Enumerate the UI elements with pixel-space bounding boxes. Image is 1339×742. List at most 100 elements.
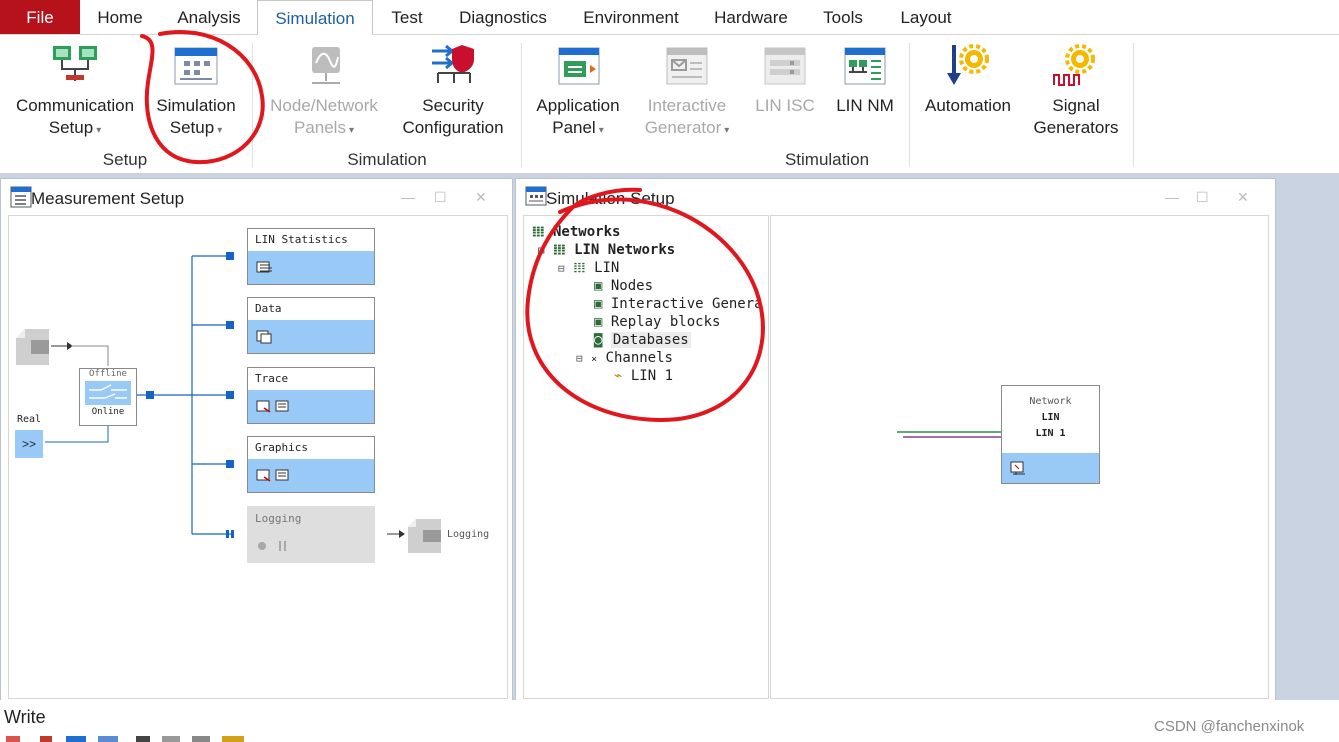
switch-output-node[interactable] [146, 391, 154, 399]
real-source-block[interactable]: >> [15, 430, 43, 458]
tree-item-label: Interactive Genera [610, 296, 763, 312]
data-node[interactable] [226, 321, 234, 329]
tab-layout[interactable]: Layout [888, 0, 964, 34]
tree-item-nodes[interactable]: ▣ Nodes [594, 278, 653, 294]
signal-generators-button[interactable]: Signal Generators [1024, 95, 1128, 139]
chevron-down-icon: ▾ [96, 125, 102, 136]
tab-file[interactable]: File [0, 0, 80, 34]
communication-setup-icon [53, 46, 97, 81]
simulation-setup-button[interactable]: Simulation Setup ▾ [148, 95, 244, 142]
network-block-header: Network [1029, 396, 1072, 407]
lin-isc-button[interactable]: LIN ISC [748, 95, 822, 117]
copy-icon[interactable] [98, 736, 118, 742]
logging-pause-icon [258, 541, 286, 551]
tab-simulation[interactable]: Simulation [257, 0, 373, 36]
network-block[interactable]: Network LIN LIN 1 [1001, 385, 1100, 484]
automation-icon [947, 44, 989, 85]
logging-block[interactable]: Logging [247, 506, 375, 563]
measurement-setup-window[interactable]: Measurement Setup — ☐ ✕ Real >> Offline … [0, 178, 513, 702]
graphics-node[interactable] [226, 460, 234, 468]
tab-analysis[interactable]: Analysis [168, 0, 250, 34]
tree-item-networks[interactable]: 𝍖 Networks [532, 224, 620, 240]
close-icon[interactable]: ✕ [1237, 189, 1249, 206]
tree-item-interactive-generators[interactable]: ▣ Interactive Genera [594, 296, 763, 312]
network-block-channel: LIN 1 [1035, 428, 1066, 439]
simulation-tree-pane[interactable]: 𝍖 Networks ⊟ 𝍖 LIN Networks ⊟ 𝍖 LIN ▣ No… [523, 215, 769, 699]
grid-icon[interactable] [136, 736, 150, 742]
tree-item-lin-networks[interactable]: ⊟ 𝍖 LIN Networks [538, 242, 675, 258]
trace-block[interactable]: Trace [247, 367, 375, 424]
automation-button[interactable]: Automation [916, 95, 1020, 117]
graphics-block[interactable]: Graphics [247, 436, 375, 493]
tab-test[interactable]: Test [380, 0, 434, 34]
simulation-setup-label: Simulation [156, 96, 236, 115]
data-block[interactable]: Data [247, 297, 375, 354]
simulation-setup-window[interactable]: Simulation Setup — ☐ ✕ 𝍖 Networks ⊟ 𝍖 LI… [515, 178, 1276, 702]
measurement-canvas[interactable]: Real >> Offline Online LIN Statistics Da… [8, 215, 508, 699]
tab-environment[interactable]: Environment [572, 0, 690, 34]
ribbon-separator [521, 43, 522, 167]
maximize-icon[interactable]: ☐ [434, 189, 447, 206]
measurement-setup-icon [10, 186, 32, 208]
maximize-icon[interactable]: ☐ [1196, 189, 1209, 206]
tree-item-lin-1[interactable]: ⌁ LIN 1 [614, 368, 673, 384]
simulation-setup-icon [174, 47, 218, 85]
application-panel-button[interactable]: Application Panel ▾ [528, 95, 628, 142]
tree-item-databases[interactable]: ◙ Databases [594, 332, 691, 348]
communication-setup-button[interactable]: Communication Setup ▾ [8, 95, 142, 142]
lin-statistics-block[interactable]: LIN Statistics [247, 228, 375, 285]
close-icon[interactable]: ✕ [475, 189, 487, 206]
ribbon-separator [252, 43, 253, 167]
tab-diagnostics[interactable]: Diagnostics [448, 0, 558, 34]
logging-node-right[interactable] [231, 530, 234, 538]
interactive-generator-button[interactable]: Interactive Generator ▾ [630, 95, 744, 142]
window-icon[interactable] [66, 736, 86, 742]
document-icon[interactable] [162, 736, 180, 742]
network-block-icon [1010, 461, 1025, 475]
real-source-label: Real [17, 414, 42, 425]
offline-source-file-icon[interactable] [15, 328, 51, 366]
collapse-icon[interactable]: ⊟ [576, 352, 583, 365]
group-label-setup: Setup [102, 150, 148, 169]
automation-label: Automation [925, 96, 1011, 115]
node-icon: ▣ [594, 314, 603, 330]
offline-online-switch[interactable]: Offline Online [79, 368, 137, 426]
logging-target-label: Logging [447, 529, 490, 540]
interactive-generator-label: Interactive [647, 96, 727, 115]
tree-item-replay-blocks[interactable]: ▣ Replay blocks [594, 314, 720, 330]
logging-node-left[interactable] [226, 530, 229, 538]
switch-icon [85, 381, 131, 405]
logging-block-title: Logging [255, 512, 302, 525]
online-label: Online [91, 407, 125, 417]
clear-icon[interactable] [6, 736, 20, 742]
ribbon: Communication Setup ▾ Simulation Setup ▾ N… [0, 35, 1339, 174]
tree-item-label: Databases [610, 332, 691, 348]
tree-item-label: LIN 1 [630, 368, 674, 384]
chevron-down-icon: ▾ [217, 125, 223, 136]
security-configuration-button[interactable]: Security Configuration [394, 95, 512, 139]
database-icon: ◙ [594, 332, 603, 348]
collapse-icon[interactable]: ⊟ [558, 262, 565, 275]
lin-statistics-node[interactable] [226, 252, 234, 260]
stop-icon[interactable] [40, 736, 52, 742]
logging-file-icon[interactable] [407, 518, 443, 554]
measurement-setup-titlebar[interactable]: Measurement Setup — ☐ ✕ [1, 179, 512, 215]
collapse-icon[interactable]: ⊟ [538, 244, 545, 257]
simulation-canvas[interactable]: Network LIN LIN 1 [770, 215, 1269, 699]
simulation-setup-titlebar[interactable]: Simulation Setup — ☐ ✕ [516, 179, 1275, 215]
write-toolbar[interactable] [0, 736, 260, 742]
node-network-panels-button[interactable]: Node/Network Panels ▾ [262, 95, 386, 142]
minimize-icon[interactable]: — [1165, 189, 1179, 205]
tree-item-lin[interactable]: ⊟ 𝍖 LIN [558, 260, 619, 276]
tab-home[interactable]: Home [86, 0, 154, 34]
tree-item-channels[interactable]: ⊟ × Channels [576, 350, 673, 366]
tab-tools[interactable]: Tools [812, 0, 874, 34]
trace-node[interactable] [226, 391, 234, 399]
data-block-title: Data [248, 298, 374, 320]
tab-hardware[interactable]: Hardware [704, 0, 798, 34]
lin-nm-button[interactable]: LIN NM [826, 95, 904, 117]
folder-icon[interactable] [222, 736, 244, 742]
tree-item-label: LIN Networks [574, 242, 676, 258]
minimize-icon[interactable]: — [401, 189, 415, 205]
export-icon[interactable] [192, 736, 210, 742]
